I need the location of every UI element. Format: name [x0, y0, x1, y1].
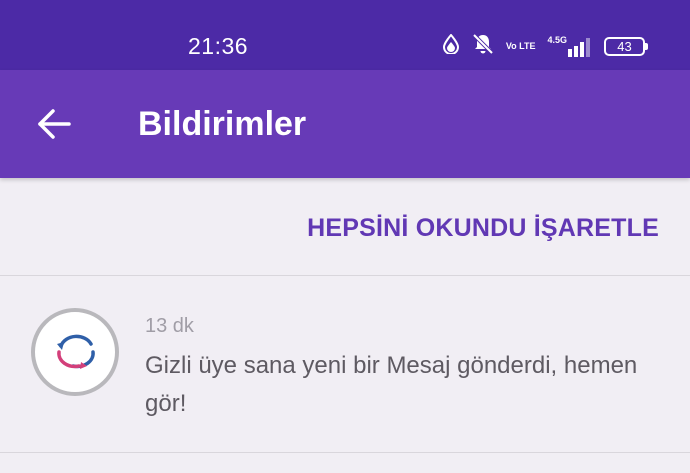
notification-time: 13 dk [145, 315, 194, 337]
app-logo-icon [57, 334, 95, 369]
notification-item[interactable]: 13 dk Gizli üye sana yeni bir Mesaj gönd… [0, 277, 690, 453]
back-button[interactable] [30, 104, 78, 144]
status-icons: Vo LTE 4.5G 43 [430, 32, 648, 60]
battery-icon: 43 [604, 36, 648, 56]
page-title: Bildirimler [138, 105, 307, 143]
arrow-left-icon [38, 109, 71, 139]
network-type-label: 4.5G [547, 35, 567, 45]
notifications-off-icon [472, 33, 494, 60]
volte-icon: Vo LTE [505, 40, 536, 51]
status-bar: 21:36 Vo LTE 4.5G 43 [0, 0, 690, 70]
data-saver-icon [442, 32, 460, 59]
avatar [31, 308, 119, 396]
action-row: HEPSİNİ OKUNDU İŞARETLE [0, 178, 690, 276]
status-time: 21:36 [188, 33, 249, 59]
notification-text: Gizli üye sana yeni bir Mesaj gönderdi, … [145, 352, 638, 417]
signal-icon: 4.5G [547, 35, 592, 57]
mark-all-read-button[interactable]: HEPSİNİ OKUNDU İŞARETLE [307, 214, 659, 243]
app-bar: Bildirimler [0, 70, 690, 178]
